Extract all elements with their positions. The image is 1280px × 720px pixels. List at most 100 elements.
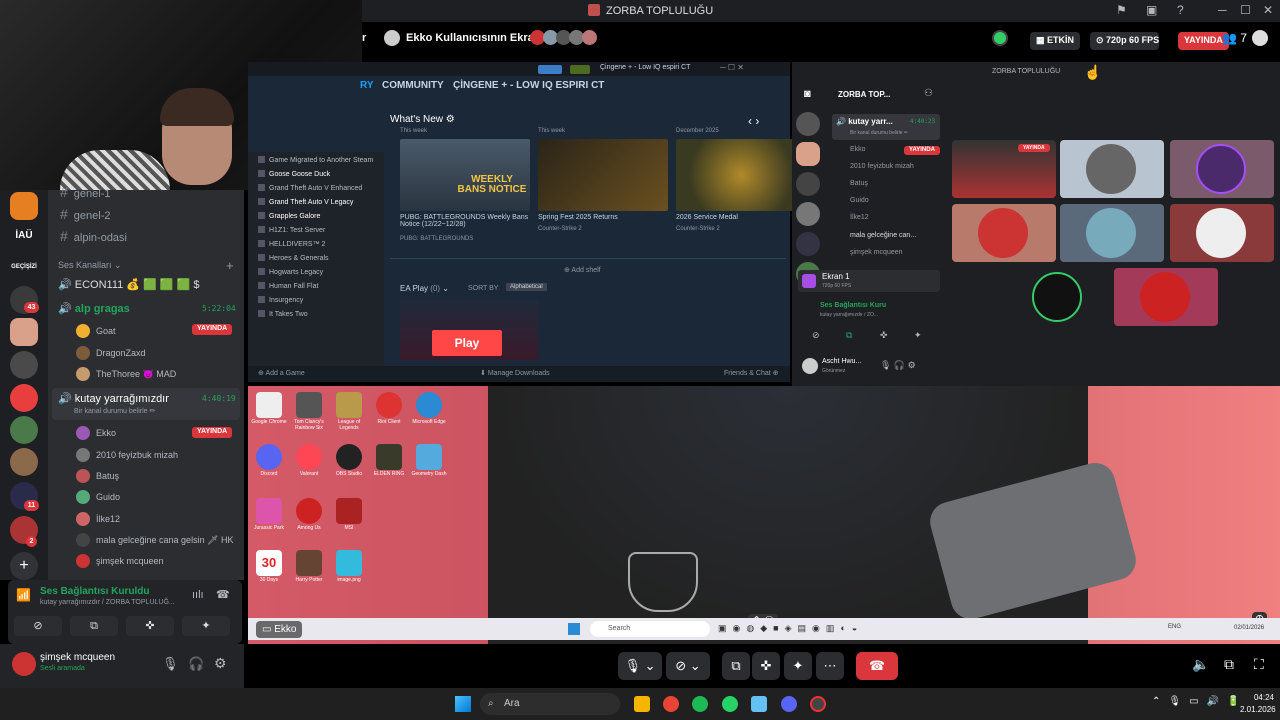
- viewers-count[interactable]: 👥 7: [1222, 31, 1247, 45]
- server-icon[interactable]: [10, 448, 38, 476]
- library-item[interactable]: Goose Goose Duck: [258, 170, 330, 178]
- mini-server-name[interactable]: ZORBA TOP...: [838, 90, 890, 99]
- disconnect-icon[interactable]: ☎: [216, 588, 230, 601]
- fullscreen-icon[interactable]: ⛶: [1254, 656, 1264, 673]
- taskbar-clock[interactable]: 04:24 2.01.2026: [1240, 692, 1276, 716]
- mini-user[interactable]: 2010 feyizbuk mizah: [850, 163, 914, 170]
- news-title[interactable]: 2026 Service Medal: [676, 214, 806, 221]
- mini-voice-channel[interactable]: 🔊 kutay yarr... 4:40:23 Bir kanal durumu…: [832, 114, 940, 140]
- inbox-icon[interactable]: ⚑: [1116, 3, 1127, 17]
- desktop-icon[interactable]: [296, 444, 322, 470]
- system-tray-icons[interactable]: ⌃🎙▭🔊🔋: [1152, 696, 1247, 707]
- soundboard-button[interactable]: ✦: [784, 652, 812, 680]
- video-tile[interactable]: [952, 204, 1056, 262]
- minimize-button[interactable]: ─: [1218, 3, 1227, 17]
- channel-alpin-odasi[interactable]: # alpin-odasi: [60, 228, 127, 244]
- desktop-icon[interactable]: [256, 392, 282, 418]
- discord-logo-icon[interactable]: ◙: [804, 88, 811, 100]
- desktop-icon[interactable]: [336, 498, 362, 524]
- mini-user[interactable]: Guido: [850, 197, 869, 204]
- voice-user[interactable]: Guido: [76, 490, 120, 504]
- chat-icon[interactable]: [1252, 30, 1268, 46]
- camera-button[interactable]: ⊘ ⌄: [666, 652, 710, 680]
- channel-genel-2[interactable]: # genel-2: [60, 206, 111, 222]
- friends-chat-button[interactable]: Friends & Chat ⊕: [724, 369, 779, 377]
- voice-connected-subtitle[interactable]: kutay yarrağımızdır / ZORBA TOPLULUĞ...: [40, 599, 175, 606]
- settings-gear-icon[interactable]: ⚙: [214, 655, 227, 672]
- activities-button[interactable]: ✜: [752, 652, 780, 680]
- add-game-button[interactable]: ⊕ Add a Game: [258, 369, 305, 377]
- whats-new-title[interactable]: What's New ⚙: [390, 114, 455, 125]
- voice-channel-econ111[interactable]: 🔊 ECON111 💰 🟩 🟩 🟩 $: [58, 278, 199, 291]
- add-shelf-button[interactable]: ⊕ Add shelf: [564, 266, 601, 274]
- soundboard-button[interactable]: ✦: [182, 616, 230, 636]
- video-tile[interactable]: [1114, 268, 1218, 326]
- video-tile[interactable]: [1006, 268, 1110, 326]
- voice-channel-alp-gragas[interactable]: 🔊 alp gragas: [58, 302, 130, 315]
- next-arrow-icon[interactable]: ‹ ›: [748, 114, 759, 128]
- server-gecisizi[interactable]: GEÇİŞİZİ: [4, 264, 44, 270]
- activity-avatar[interactable]: [992, 30, 1008, 46]
- voice-user[interactable]: DragonZaxd: [76, 346, 146, 360]
- volume-icon[interactable]: 🔈: [1192, 656, 1209, 673]
- steam-tab-community[interactable]: COMMUNITY: [382, 80, 444, 91]
- steam-tab-library[interactable]: RY: [360, 80, 374, 91]
- avatar[interactable]: [12, 652, 36, 676]
- desktop-icon[interactable]: [256, 498, 282, 524]
- mini-voice-controls[interactable]: ⊘ ⧉ ✜ ✦: [802, 330, 940, 346]
- close-button[interactable]: ✕: [1263, 3, 1273, 17]
- news-title[interactable]: Spring Fest 2025 Returns: [538, 214, 668, 221]
- user-name[interactable]: şimşek mcqueen: [40, 652, 115, 663]
- desktop-icon[interactable]: 30: [256, 550, 282, 576]
- server-icon[interactable]: [10, 416, 38, 444]
- desktop-icon[interactable]: [416, 392, 442, 418]
- stream-video[interactable]: Google Chrome Tom Clancy's Rainbow Six L…: [248, 386, 1280, 644]
- voice-user[interactable]: Ekko: [76, 426, 116, 440]
- voice-user[interactable]: mala gelceğine cana gelsin 🗡 HK: [76, 533, 234, 547]
- mini-user[interactable]: Batuş: [850, 180, 868, 187]
- mini-user[interactable]: İlke12: [850, 214, 869, 221]
- library-item[interactable]: Grand Theft Auto V Enhanced: [258, 184, 362, 192]
- steam-announce-icon[interactable]: [538, 65, 562, 74]
- microphone-button[interactable]: 🎙 ⌄: [618, 652, 662, 680]
- screen-share-button[interactable]: ⧉: [70, 616, 118, 636]
- steam-minimize[interactable]: ─ ☐ ✕: [720, 63, 744, 72]
- streamed-taskbar-apps[interactable]: ▣◉◍◆■◈▤◉▥◐◒: [718, 623, 863, 634]
- library-item[interactable]: Game Migrated to Another Steam: [258, 156, 373, 164]
- signal-icon[interactable]: 📶: [16, 588, 31, 602]
- server-icon[interactable]: [10, 192, 38, 220]
- video-tile[interactable]: [1170, 204, 1274, 262]
- spotify-icon[interactable]: [692, 696, 708, 712]
- steam-tab-profile[interactable]: ÇİNGENE + - LOW IQ ESPIRI CT: [453, 80, 604, 91]
- video-tile[interactable]: YAYINDA: [952, 140, 1056, 198]
- active-voice-channel[interactable]: 🔊 kutay yarrağımızdır Bir kanal durumu b…: [52, 388, 240, 420]
- popout-icon[interactable]: ⧉: [1224, 656, 1234, 673]
- desktop-icon[interactable]: [256, 444, 282, 470]
- server-icon[interactable]: [10, 318, 38, 346]
- activities-button[interactable]: ✜: [126, 616, 174, 636]
- server-iau[interactable]: İAÜ: [4, 230, 44, 241]
- news-card[interactable]: [538, 139, 668, 211]
- disconnect-button[interactable]: ☎: [856, 652, 898, 680]
- news-title[interactable]: PUBG: BATTLEGROUNDS Weekly Bans Notice (…: [400, 214, 530, 228]
- taskbar-search[interactable]: ⌕ Ara: [480, 693, 620, 715]
- add-channel-icon[interactable]: +: [226, 258, 234, 273]
- library-item[interactable]: H1Z1: Test Server: [258, 226, 325, 234]
- monitor-icon[interactable]: ▣: [1146, 3, 1157, 17]
- screen-share-button[interactable]: ⧉: [722, 652, 750, 680]
- desktop-icon[interactable]: [296, 392, 322, 418]
- add-member-icon[interactable]: ⚇: [924, 88, 933, 99]
- streamed-search[interactable]: Search: [590, 621, 710, 637]
- desktop-icon[interactable]: [336, 444, 362, 470]
- library-item[interactable]: Grapples Galore: [258, 212, 320, 220]
- ea-play-tile[interactable]: Play: [400, 300, 538, 360]
- library-item[interactable]: Insurgency: [258, 296, 303, 304]
- voice-category[interactable]: Ses Kanalları ⌄: [58, 260, 122, 271]
- camera-off-button[interactable]: ⊘: [14, 616, 62, 636]
- more-button[interactable]: ⋯: [816, 652, 844, 680]
- screen-share-panel[interactable]: Ekran 1 720p 60 FPS: [798, 270, 940, 292]
- mini-user-name[interactable]: Ascht Hwu...: [822, 358, 861, 365]
- whatsapp-icon[interactable]: [722, 696, 738, 712]
- voice-user[interactable]: Goat: [76, 324, 116, 338]
- channel-status[interactable]: Bir kanal durumu belirle ✏: [74, 407, 155, 415]
